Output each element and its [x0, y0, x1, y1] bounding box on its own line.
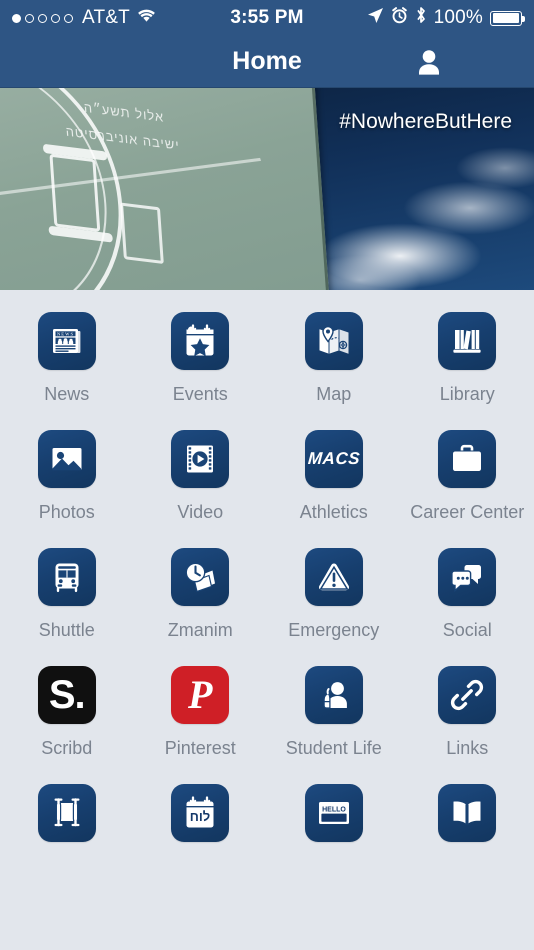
map-pin-icon[interactable]: [304, 312, 363, 370]
torah-scroll-icon[interactable]: [37, 784, 96, 842]
navbar-actions: [416, 48, 534, 76]
alarm-clock-icon: [391, 6, 408, 30]
scribd-logo-icon[interactable]: S.: [37, 666, 96, 724]
grid-item-video[interactable]: Video: [134, 430, 268, 524]
status-bar-left: AT&T: [12, 7, 157, 29]
grid-item-library[interactable]: Library: [401, 312, 534, 406]
torah-scroll-emblem: [49, 153, 101, 233]
app-root: AT&T 3:55 PM 100% Home אלול תשע״ה ישיבה …: [0, 0, 534, 950]
grid-item-career-center[interactable]: Career Center: [401, 430, 534, 524]
grid-item-label: Links: [446, 738, 489, 758]
open-book-icon[interactable]: [438, 784, 497, 842]
grid-item-label: Career Center: [410, 502, 525, 522]
hero-banner[interactable]: אלול תשע״ה ישיבה אוניברסיטה #NowhereButH…: [0, 88, 534, 290]
bluetooth-icon: [415, 6, 427, 30]
person-icon[interactable]: [416, 48, 442, 76]
hashtag-overlay: #NowhereButHere: [339, 110, 512, 133]
grid-item-student-life[interactable]: Student Life: [267, 666, 401, 760]
grid-item-name-badge[interactable]: HELLO: [267, 784, 401, 842]
clock-pages-icon[interactable]: [171, 548, 230, 606]
warning-triangle-icon[interactable]: [304, 548, 363, 606]
newspaper-icon[interactable]: NEWS: [37, 312, 96, 370]
name-badge-icon[interactable]: HELLO: [304, 784, 363, 842]
app-icon-grid: NEWS News Events Map Library Photos Vide…: [0, 290, 534, 842]
grid-item-label: News: [44, 384, 90, 404]
book-emblem: [120, 202, 164, 265]
wifi-icon: [136, 7, 157, 29]
grid-item-map[interactable]: Map: [267, 312, 401, 406]
grid-item-label: Library: [439, 384, 495, 404]
battery-full-icon: [490, 10, 525, 26]
grid-item-label: Emergency: [288, 620, 380, 640]
grid-item-open-book[interactable]: [401, 784, 534, 842]
status-bar-right: 100%: [367, 6, 525, 30]
grid-item-label: Pinterest: [164, 738, 236, 758]
grid-item-events[interactable]: Events: [134, 312, 268, 406]
luach-calendar-icon[interactable]: לוח: [171, 784, 230, 842]
student-backpack-icon[interactable]: [304, 666, 363, 724]
macs-logo-icon[interactable]: MACS: [304, 430, 363, 488]
grid-item-label: Map: [316, 384, 352, 404]
grid-item-pinterest[interactable]: P Pinterest: [134, 666, 268, 760]
grid-item-label: Student Life: [285, 738, 382, 758]
grid-item-shuttle[interactable]: Shuttle: [0, 548, 134, 642]
navigation-bar: Home: [0, 36, 534, 88]
grid-item-zmanim[interactable]: Zmanim: [134, 548, 268, 642]
calendar-star-icon[interactable]: [171, 312, 230, 370]
signal-strength-icon: [12, 13, 73, 23]
photo-icon[interactable]: [37, 430, 96, 488]
grid-item-emergency[interactable]: Emergency: [267, 548, 401, 642]
chat-bubbles-icon[interactable]: [438, 548, 497, 606]
film-play-icon[interactable]: [171, 430, 230, 488]
grid-item-luach-calendar[interactable]: לוח: [134, 784, 268, 842]
svg-text:HELLO: HELLO: [322, 806, 346, 813]
grid-item-label: Events: [172, 384, 228, 404]
grid-item-news[interactable]: NEWS News: [0, 312, 134, 406]
location-arrow-icon: [367, 7, 384, 30]
grid-item-links[interactable]: Links: [401, 666, 534, 760]
university-seal-banner: אלול תשע״ה ישיבה אוניברסיטה: [0, 88, 335, 290]
grid-item-athletics[interactable]: MACS Athletics: [267, 430, 401, 524]
books-shelf-icon[interactable]: [438, 312, 497, 370]
grid-item-torah-scroll[interactable]: [0, 784, 134, 842]
seal-hebrew-line-1: אלול תשע״ה: [83, 99, 165, 125]
battery-percent-label: 100%: [433, 7, 483, 28]
hamburger-menu-icon[interactable]: [476, 51, 508, 72]
grid-item-label: Zmanim: [167, 620, 233, 640]
briefcase-icon[interactable]: [438, 430, 497, 488]
grid-item-label: Scribd: [41, 738, 93, 758]
chain-link-icon[interactable]: [438, 666, 497, 724]
svg-text:לוח: לוח: [190, 809, 210, 824]
grid-item-label: Photos: [38, 502, 95, 522]
grid-item-label: Social: [442, 620, 492, 640]
status-bar: AT&T 3:55 PM 100%: [0, 0, 534, 36]
grid-item-social[interactable]: Social: [401, 548, 534, 642]
grid-item-scribd[interactable]: S. Scribd: [0, 666, 134, 760]
grid-item-label: Video: [177, 502, 224, 522]
pinterest-logo-icon[interactable]: P: [171, 666, 230, 724]
svg-text:NEWS: NEWS: [57, 332, 74, 337]
grid-item-label: Athletics: [299, 502, 368, 522]
grid-item-photos[interactable]: Photos: [0, 430, 134, 524]
grid-item-label: Shuttle: [38, 620, 95, 640]
carrier-label: AT&T: [82, 7, 130, 28]
bus-icon[interactable]: [37, 548, 96, 606]
